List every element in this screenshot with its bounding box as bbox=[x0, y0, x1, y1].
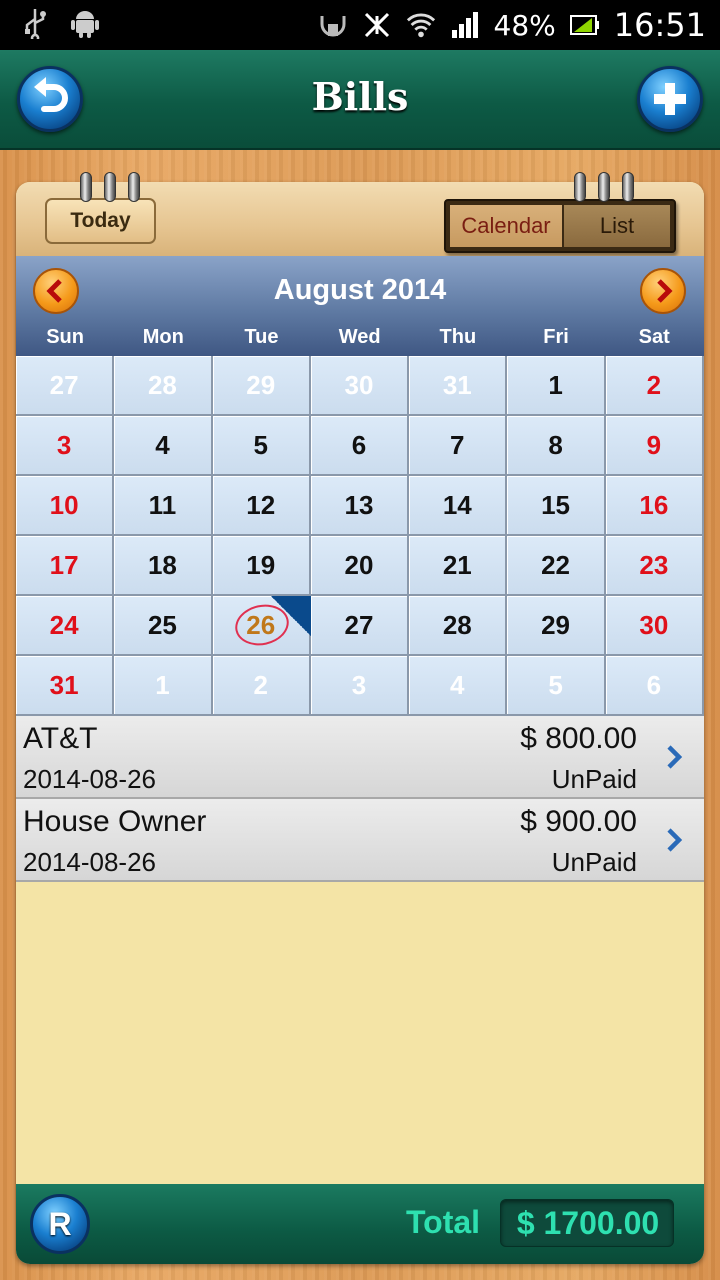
day-cell[interactable]: 27 bbox=[16, 356, 115, 416]
day-cell[interactable]: 30 bbox=[310, 356, 410, 416]
weekday-label: Tue bbox=[244, 326, 279, 348]
bill-date: 2014-08-26 bbox=[23, 764, 156, 794]
next-month-button[interactable] bbox=[640, 268, 686, 314]
binder-ring-icon bbox=[574, 172, 586, 202]
bill-row[interactable]: House Owner 2014-08-26 $ 900.00 UnPaid bbox=[16, 799, 704, 882]
status-bar: 48% 16:51 bbox=[0, 0, 720, 50]
bill-name: House Owner bbox=[23, 805, 207, 838]
day-cell[interactable]: 4 bbox=[114, 416, 213, 476]
weekday-label: Thu bbox=[439, 326, 477, 348]
bill-list: AT&T 2014-08-26 $ 800.00 UnPaid House Ow… bbox=[16, 716, 704, 882]
day-cell[interactable]: 6 bbox=[310, 416, 410, 476]
day-cell[interactable]: 5 bbox=[507, 656, 606, 716]
bill-status: UnPaid bbox=[551, 764, 637, 794]
binder-ring-icon bbox=[598, 172, 610, 202]
day-cell[interactable]: 7 bbox=[409, 416, 508, 476]
day-cell[interactable]: 18 bbox=[114, 536, 213, 596]
day-cell[interactable]: 8 bbox=[507, 416, 606, 476]
day-cell[interactable]: 5 bbox=[212, 416, 311, 476]
month-title: August 2014 bbox=[273, 274, 447, 306]
list-view-button[interactable]: List bbox=[564, 205, 670, 247]
android-icon bbox=[70, 8, 100, 38]
binder-ring-icon bbox=[622, 172, 634, 202]
weekday-label: Mon bbox=[142, 326, 184, 348]
binder-ring-icon bbox=[80, 172, 92, 202]
day-cell[interactable]: 2 bbox=[605, 356, 704, 416]
calendar-grid: 27 28 29 30 31 1 2 3 4 5 6 7 8 9 10 11 1… bbox=[16, 356, 704, 716]
bill-name: AT&T bbox=[23, 722, 98, 755]
day-cell[interactable]: 28 bbox=[114, 356, 213, 416]
binder-ring-icon bbox=[104, 172, 116, 202]
day-cell[interactable]: 30 bbox=[605, 596, 704, 656]
day-cell[interactable]: 27 bbox=[310, 596, 410, 656]
day-cell[interactable]: 4 bbox=[409, 656, 508, 716]
bill-amount: $ 800.00 bbox=[520, 722, 637, 755]
day-cell[interactable]: 10 bbox=[16, 476, 115, 536]
weekday-label: Fri bbox=[543, 326, 569, 348]
bill-due-flag-icon bbox=[270, 596, 311, 636]
day-cell[interactable]: 1 bbox=[507, 356, 606, 416]
total-box: $ 1700.00 bbox=[500, 1199, 674, 1247]
day-cell[interactable]: 21 bbox=[409, 536, 508, 596]
chevron-right-icon bbox=[657, 279, 673, 303]
totals-footer: R Total $ 1700.00 bbox=[16, 1184, 704, 1264]
day-cell[interactable]: 24 bbox=[16, 596, 115, 656]
vibrate-off-icon bbox=[362, 10, 392, 40]
day-cell[interactable]: 6 bbox=[605, 656, 704, 716]
reports-button[interactable]: R bbox=[30, 1194, 90, 1254]
total-label: Total bbox=[406, 1204, 481, 1240]
chevron-right-icon bbox=[667, 828, 683, 852]
app-header: Bills bbox=[0, 50, 720, 150]
total-value: $ 1700.00 bbox=[516, 1205, 660, 1241]
bill-status: UnPaid bbox=[551, 847, 637, 877]
day-cell[interactable]: 9 bbox=[605, 416, 704, 476]
day-cell[interactable]: 15 bbox=[507, 476, 606, 536]
day-cell[interactable]: 20 bbox=[310, 536, 410, 596]
page-title: Bills bbox=[311, 74, 409, 119]
bill-amount: $ 900.00 bbox=[520, 805, 637, 838]
binder-ring-icon bbox=[128, 172, 140, 202]
today-button[interactable]: Today bbox=[45, 198, 156, 244]
day-cell[interactable]: 22 bbox=[507, 536, 606, 596]
bill-row[interactable]: AT&T 2014-08-26 $ 800.00 UnPaid bbox=[16, 716, 704, 799]
day-cell[interactable]: 25 bbox=[114, 596, 213, 656]
calendar-view-button[interactable]: Calendar bbox=[450, 205, 562, 247]
day-cell[interactable]: 16 bbox=[605, 476, 704, 536]
day-cell[interactable]: 12 bbox=[212, 476, 311, 536]
chevron-right-icon bbox=[667, 745, 683, 769]
plus-icon bbox=[654, 83, 686, 115]
calendar-card: Today Calendar List August 2014 Sun Mon … bbox=[16, 182, 704, 1264]
day-cell[interactable]: 31 bbox=[16, 656, 115, 716]
day-cell[interactable]: 31 bbox=[409, 356, 508, 416]
battery-icon bbox=[569, 10, 600, 40]
clock: 16:51 bbox=[613, 6, 706, 44]
day-cell[interactable]: 13 bbox=[310, 476, 410, 536]
battery-percent: 48% bbox=[493, 8, 556, 42]
calendar-header: August 2014 Sun Mon Tue Wed Thu Fri Sat bbox=[16, 256, 704, 356]
weekday-label: Sun bbox=[46, 326, 84, 348]
day-cell[interactable]: 29 bbox=[212, 356, 311, 416]
weekday-label: Sat bbox=[638, 326, 670, 348]
day-cell[interactable]: 3 bbox=[310, 656, 410, 716]
day-cell[interactable]: 17 bbox=[16, 536, 115, 596]
day-cell-today[interactable]: 26 bbox=[212, 596, 311, 656]
day-cell[interactable]: 28 bbox=[409, 596, 508, 656]
weekday-row: Sun Mon Tue Wed Thu Fri Sat bbox=[16, 326, 704, 354]
wifi-icon bbox=[406, 10, 436, 40]
signal-icon bbox=[450, 10, 480, 40]
usb-icon bbox=[20, 8, 50, 39]
day-cell[interactable]: 1 bbox=[114, 656, 213, 716]
view-toggle: Calendar List bbox=[444, 199, 676, 253]
day-cell[interactable]: 14 bbox=[409, 476, 508, 536]
nfc-icon bbox=[318, 10, 348, 40]
day-cell[interactable]: 11 bbox=[114, 476, 213, 536]
add-bill-button[interactable] bbox=[637, 66, 703, 132]
bill-date: 2014-08-26 bbox=[23, 847, 156, 877]
day-cell[interactable]: 19 bbox=[212, 536, 311, 596]
day-cell[interactable]: 2 bbox=[212, 656, 311, 716]
day-cell[interactable]: 3 bbox=[16, 416, 115, 476]
day-cell[interactable]: 29 bbox=[507, 596, 606, 656]
day-cell[interactable]: 23 bbox=[605, 536, 704, 596]
weekday-label: Wed bbox=[338, 326, 381, 348]
